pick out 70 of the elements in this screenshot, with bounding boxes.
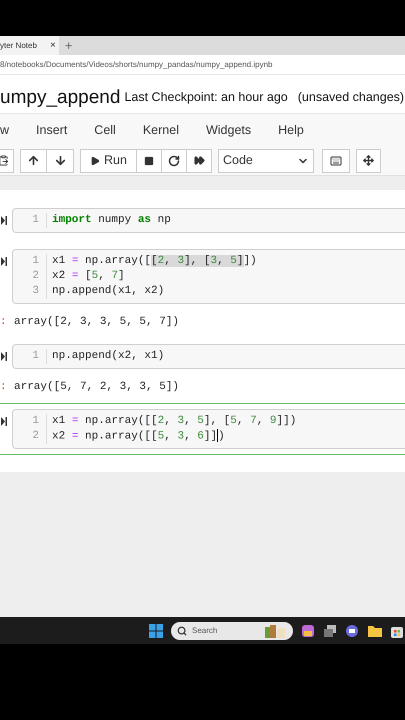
notebook-cell[interactable]: 1 2 3 x1 = np.array([[2, 3], [3, 5]]) x2 = [5, 7] np.append(x1, x2) [0, 243, 405, 310]
code-editor[interactable]: 1 2 3 x1 = np.array([[2, 3], [3, 5]]) x2 = [5, 7] np.append(x1, x2) [12, 249, 405, 304]
arrow-down-icon [54, 154, 66, 167]
run-cell-icon[interactable] [1, 257, 7, 266]
app-icon[interactable] [301, 624, 315, 638]
move-icon [363, 155, 374, 166]
checkpoint-text: Last Checkpoint: an hour ago [124, 89, 288, 106]
menu-item[interactable]: Widgets [206, 120, 252, 140]
books-icon [265, 624, 287, 638]
restart-icon [168, 154, 180, 166]
code-line: x1 = np.array([[2, 3], [3, 5]]) [52, 254, 257, 269]
menu-item[interactable]: Insert [36, 120, 68, 140]
output-text: array([2, 3, 3, 5, 5, 7]) [14, 314, 180, 330]
code-editor[interactable]: 1 np.append(x2, x1) [12, 344, 405, 369]
run-cell-icon[interactable] [1, 352, 7, 361]
cell-type-select[interactable]: Code [218, 148, 314, 172]
line-number: 1 [32, 213, 39, 228]
output-prompt: : [0, 314, 8, 330]
line-number: 2 [32, 269, 39, 284]
task-view-icon[interactable] [323, 624, 337, 638]
line-number: 1 [32, 414, 39, 429]
move-button[interactable] [356, 148, 381, 172]
code-line: x2 = [5, 7] [52, 269, 126, 284]
browser-tab[interactable]: yter Noteb [0, 36, 50, 55]
code-editor[interactable]: 1 2 x1 = np.array([[2, 3, 5], [5, 7, 9]]) x2 = np.array([[5, 3, 6]]) [12, 409, 405, 450]
run-cell-icon[interactable] [1, 216, 7, 225]
play-icon [90, 156, 100, 166]
code-line: np.append(x2, x1) [52, 349, 164, 364]
folder-icon[interactable] [367, 624, 383, 638]
output-text: array([5, 7, 2, 3, 3, 5]) [14, 380, 180, 395]
line-number: 2 [32, 429, 39, 444]
notebook-title[interactable]: umpy_append [0, 88, 120, 107]
notebook-cell[interactable]: 1 2 x1 = np.array([[2, 3, 5], [5, 7, 9]]) x2 = np.array([[5, 3, 6]]) [0, 403, 405, 456]
output-prompt: : [0, 380, 8, 395]
paste-icon [0, 155, 9, 166]
menu-item[interactable]: Cell [94, 120, 116, 140]
new-tab-button[interactable]: + [64, 39, 72, 52]
line-number: 3 [32, 284, 39, 299]
code-line: x1 = np.array([[2, 3, 5], [5, 7, 9]]) [52, 414, 296, 429]
code-line: import numpy as np [52, 213, 171, 228]
move-up-button[interactable] [20, 148, 47, 172]
code-line: np.append(x1, x2) [52, 284, 166, 299]
stop-icon [144, 156, 154, 166]
notebook-cell[interactable]: 1 np.append(x2, x1) [0, 338, 405, 375]
stop-button[interactable] [137, 148, 162, 172]
menu-item[interactable]: Help [278, 120, 304, 140]
keyboard-button[interactable] [322, 148, 350, 172]
menu-item[interactable]: Kernel [142, 120, 179, 140]
windows-logo-icon[interactable] [149, 624, 163, 638]
taskbar-search-field[interactable]: Search [171, 622, 293, 640]
code-editor[interactable]: 1 import numpy as np [12, 208, 405, 233]
keyboard-icon [330, 154, 342, 166]
menu-item[interactable]: w [0, 120, 10, 140]
chat-icon[interactable] [345, 624, 359, 638]
search-icon [177, 626, 187, 636]
fast-forward-icon [194, 155, 204, 166]
move-down-button[interactable] [47, 148, 74, 172]
run-all-button[interactable] [187, 148, 212, 172]
notebook-cell[interactable]: 1 import numpy as np [0, 202, 405, 239]
run-cell-icon[interactable] [1, 417, 7, 426]
address-bar[interactable]: 8/notebooks/Documents/Videos/shorts/numpy_pandas/numpy_append.ipynb [0, 55, 405, 75]
arrow-up-icon [27, 154, 40, 167]
line-number: 1 [32, 349, 39, 364]
line-number: 1 [32, 254, 39, 269]
restart-button[interactable] [162, 148, 187, 172]
run-button[interactable]: Run [80, 148, 137, 172]
close-tab-button[interactable]: × [50, 36, 59, 55]
paste-button[interactable] [0, 148, 14, 172]
code-line: x2 = np.array([[5, 3, 6]]) [52, 429, 226, 444]
unsaved-status: (unsaved changes) [298, 89, 404, 106]
